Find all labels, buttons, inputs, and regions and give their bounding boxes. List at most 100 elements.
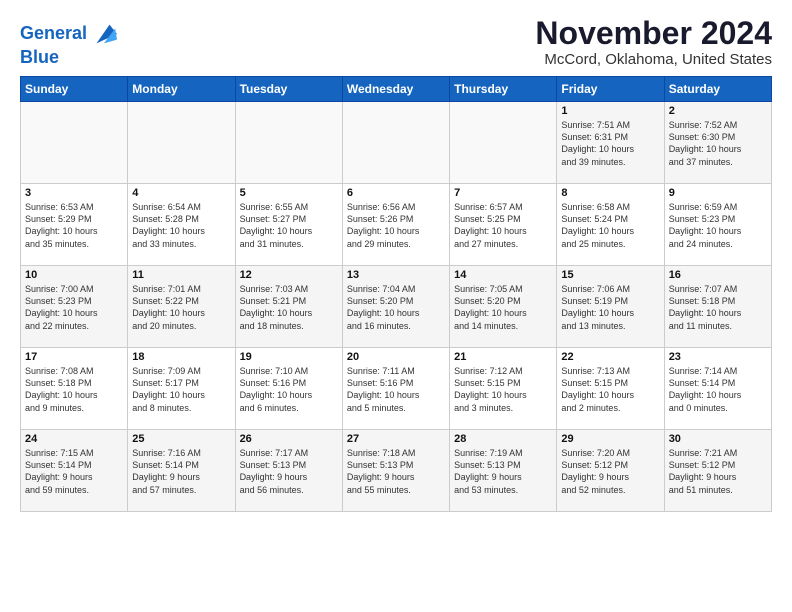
day-info: Sunrise: 7:13 AM Sunset: 5:15 PM Dayligh… <box>561 365 659 414</box>
calendar-cell: 26 Sunrise: 7:17 AM Sunset: 5:13 PM Dayli… <box>235 430 342 512</box>
day-info: Sunrise: 7:07 AM Sunset: 5:18 PM Dayligh… <box>669 283 767 332</box>
day-info: Sunrise: 7:52 AM Sunset: 6:30 PM Dayligh… <box>669 119 767 168</box>
calendar-cell: 7Sunrise: 6:57 AM Sunset: 5:25 PM Daylig… <box>450 184 557 266</box>
day-number: 18 <box>132 351 230 363</box>
calendar-cell: 11Sunrise: 7:01 AM Sunset: 5:22 PM Dayli… <box>128 266 235 348</box>
calendar-cell: 20 Sunrise: 7:11 AM Sunset: 5:16 PM Dayli… <box>342 348 449 430</box>
day-info: Sunrise: 7:08 AM Sunset: 5:18 PM Dayligh… <box>25 365 123 414</box>
day-number: 22 <box>561 351 659 363</box>
header: General Blue November 2024 McCord, Oklah… <box>20 16 772 68</box>
day-number: 24 <box>25 433 123 445</box>
day-number: 2 <box>669 105 767 117</box>
calendar-cell: 29 Sunrise: 7:20 AM Sunset: 5:12 PM Dayli… <box>557 430 664 512</box>
calendar-cell: 13 Sunrise: 7:04 AM Sunset: 5:20 PM Dayli… <box>342 266 449 348</box>
calendar-cell: 18Sunrise: 7:09 AM Sunset: 5:17 PM Dayli… <box>128 348 235 430</box>
week-row-4: 17 Sunrise: 7:08 AM Sunset: 5:18 PM Dayli… <box>21 348 772 430</box>
calendar-cell: 1Sunrise: 7:51 AM Sunset: 6:31 PM Daylig… <box>557 102 664 184</box>
calendar-cell: 9 Sunrise: 6:59 AM Sunset: 5:23 PM Daylig… <box>664 184 771 266</box>
calendar-cell: 14 Sunrise: 7:05 AM Sunset: 5:20 PM Dayli… <box>450 266 557 348</box>
header-saturday: Saturday <box>664 77 771 102</box>
week-row-2: 3 Sunrise: 6:53 AM Sunset: 5:29 PM Daylig… <box>21 184 772 266</box>
calendar-cell: 17 Sunrise: 7:08 AM Sunset: 5:18 PM Dayli… <box>21 348 128 430</box>
calendar-cell: 19Sunrise: 7:10 AM Sunset: 5:16 PM Dayli… <box>235 348 342 430</box>
day-info: Sunrise: 7:15 AM Sunset: 5:14 PM Dayligh… <box>25 447 123 496</box>
calendar-cell: 22 Sunrise: 7:13 AM Sunset: 5:15 PM Dayli… <box>557 348 664 430</box>
day-number: 23 <box>669 351 767 363</box>
logo-line2: Blue <box>20 48 117 68</box>
day-number: 4 <box>132 187 230 199</box>
calendar-cell: 6Sunrise: 6:56 AM Sunset: 5:26 PM Daylig… <box>342 184 449 266</box>
calendar-cell: 23 Sunrise: 7:14 AM Sunset: 5:14 PM Dayli… <box>664 348 771 430</box>
day-number: 11 <box>132 269 230 281</box>
day-number: 13 <box>347 269 445 281</box>
calendar-cell <box>450 102 557 184</box>
day-number: 28 <box>454 433 552 445</box>
page: General Blue November 2024 McCord, Oklah… <box>0 0 792 612</box>
day-info: Sunrise: 7:11 AM Sunset: 5:16 PM Dayligh… <box>347 365 445 414</box>
week-row-3: 10Sunrise: 7:00 AM Sunset: 5:23 PM Dayli… <box>21 266 772 348</box>
day-number: 9 <box>669 187 767 199</box>
calendar-cell: 27 Sunrise: 7:18 AM Sunset: 5:13 PM Dayli… <box>342 430 449 512</box>
day-info: Sunrise: 7:18 AM Sunset: 5:13 PM Dayligh… <box>347 447 445 496</box>
day-info: Sunrise: 6:58 AM Sunset: 5:24 PM Dayligh… <box>561 201 659 250</box>
day-info: Sunrise: 7:14 AM Sunset: 5:14 PM Dayligh… <box>669 365 767 414</box>
day-number: 15 <box>561 269 659 281</box>
day-number: 6 <box>347 187 445 199</box>
day-info: Sunrise: 7:06 AM Sunset: 5:19 PM Dayligh… <box>561 283 659 332</box>
calendar-cell: 8 Sunrise: 6:58 AM Sunset: 5:24 PM Daylig… <box>557 184 664 266</box>
calendar-cell: 3 Sunrise: 6:53 AM Sunset: 5:29 PM Daylig… <box>21 184 128 266</box>
day-number: 14 <box>454 269 552 281</box>
week-row-1: 1Sunrise: 7:51 AM Sunset: 6:31 PM Daylig… <box>21 102 772 184</box>
title-block: November 2024 McCord, Oklahoma, United S… <box>535 16 772 68</box>
week-row-5: 24 Sunrise: 7:15 AM Sunset: 5:14 PM Dayli… <box>21 430 772 512</box>
location: McCord, Oklahoma, United States <box>535 51 772 68</box>
day-info: Sunrise: 6:59 AM Sunset: 5:23 PM Dayligh… <box>669 201 767 250</box>
logo-text: General <box>20 24 87 44</box>
day-number: 21 <box>454 351 552 363</box>
day-number: 8 <box>561 187 659 199</box>
day-number: 29 <box>561 433 659 445</box>
calendar-cell: 25 Sunrise: 7:16 AM Sunset: 5:14 PM Dayli… <box>128 430 235 512</box>
day-info: Sunrise: 6:55 AM Sunset: 5:27 PM Dayligh… <box>240 201 338 250</box>
day-number: 26 <box>240 433 338 445</box>
header-wednesday: Wednesday <box>342 77 449 102</box>
day-info: Sunrise: 7:20 AM Sunset: 5:12 PM Dayligh… <box>561 447 659 496</box>
day-number: 20 <box>347 351 445 363</box>
calendar-cell <box>235 102 342 184</box>
calendar-cell: 16 Sunrise: 7:07 AM Sunset: 5:18 PM Dayli… <box>664 266 771 348</box>
day-number: 12 <box>240 269 338 281</box>
day-info: Sunrise: 7:16 AM Sunset: 5:14 PM Dayligh… <box>132 447 230 496</box>
day-info: Sunrise: 7:10 AM Sunset: 5:16 PM Dayligh… <box>240 365 338 414</box>
calendar-cell: 24 Sunrise: 7:15 AM Sunset: 5:14 PM Dayli… <box>21 430 128 512</box>
day-number: 16 <box>669 269 767 281</box>
calendar-cell: 12 Sunrise: 7:03 AM Sunset: 5:21 PM Dayli… <box>235 266 342 348</box>
day-number: 5 <box>240 187 338 199</box>
calendar-cell: 4Sunrise: 6:54 AM Sunset: 5:28 PM Daylig… <box>128 184 235 266</box>
calendar-cell <box>128 102 235 184</box>
header-tuesday: Tuesday <box>235 77 342 102</box>
header-friday: Friday <box>557 77 664 102</box>
day-info: Sunrise: 7:51 AM Sunset: 6:31 PM Dayligh… <box>561 119 659 168</box>
month-title: November 2024 <box>535 16 772 51</box>
header-sunday: Sunday <box>21 77 128 102</box>
day-info: Sunrise: 6:53 AM Sunset: 5:29 PM Dayligh… <box>25 201 123 250</box>
calendar-cell <box>21 102 128 184</box>
day-info: Sunrise: 7:17 AM Sunset: 5:13 PM Dayligh… <box>240 447 338 496</box>
day-number: 7 <box>454 187 552 199</box>
day-number: 10 <box>25 269 123 281</box>
day-number: 17 <box>25 351 123 363</box>
calendar-cell: 30Sunrise: 7:21 AM Sunset: 5:12 PM Dayli… <box>664 430 771 512</box>
day-info: Sunrise: 7:19 AM Sunset: 5:13 PM Dayligh… <box>454 447 552 496</box>
logo-line1: General <box>20 23 87 43</box>
logo: General Blue <box>20 20 117 68</box>
logo-icon <box>89 20 117 48</box>
day-info: Sunrise: 7:04 AM Sunset: 5:20 PM Dayligh… <box>347 283 445 332</box>
calendar-table: SundayMondayTuesdayWednesdayThursdayFrid… <box>20 76 772 512</box>
day-info: Sunrise: 7:05 AM Sunset: 5:20 PM Dayligh… <box>454 283 552 332</box>
calendar-cell: 10Sunrise: 7:00 AM Sunset: 5:23 PM Dayli… <box>21 266 128 348</box>
day-number: 25 <box>132 433 230 445</box>
day-number: 3 <box>25 187 123 199</box>
day-number: 27 <box>347 433 445 445</box>
calendar-cell: 2 Sunrise: 7:52 AM Sunset: 6:30 PM Daylig… <box>664 102 771 184</box>
day-info: Sunrise: 7:03 AM Sunset: 5:21 PM Dayligh… <box>240 283 338 332</box>
